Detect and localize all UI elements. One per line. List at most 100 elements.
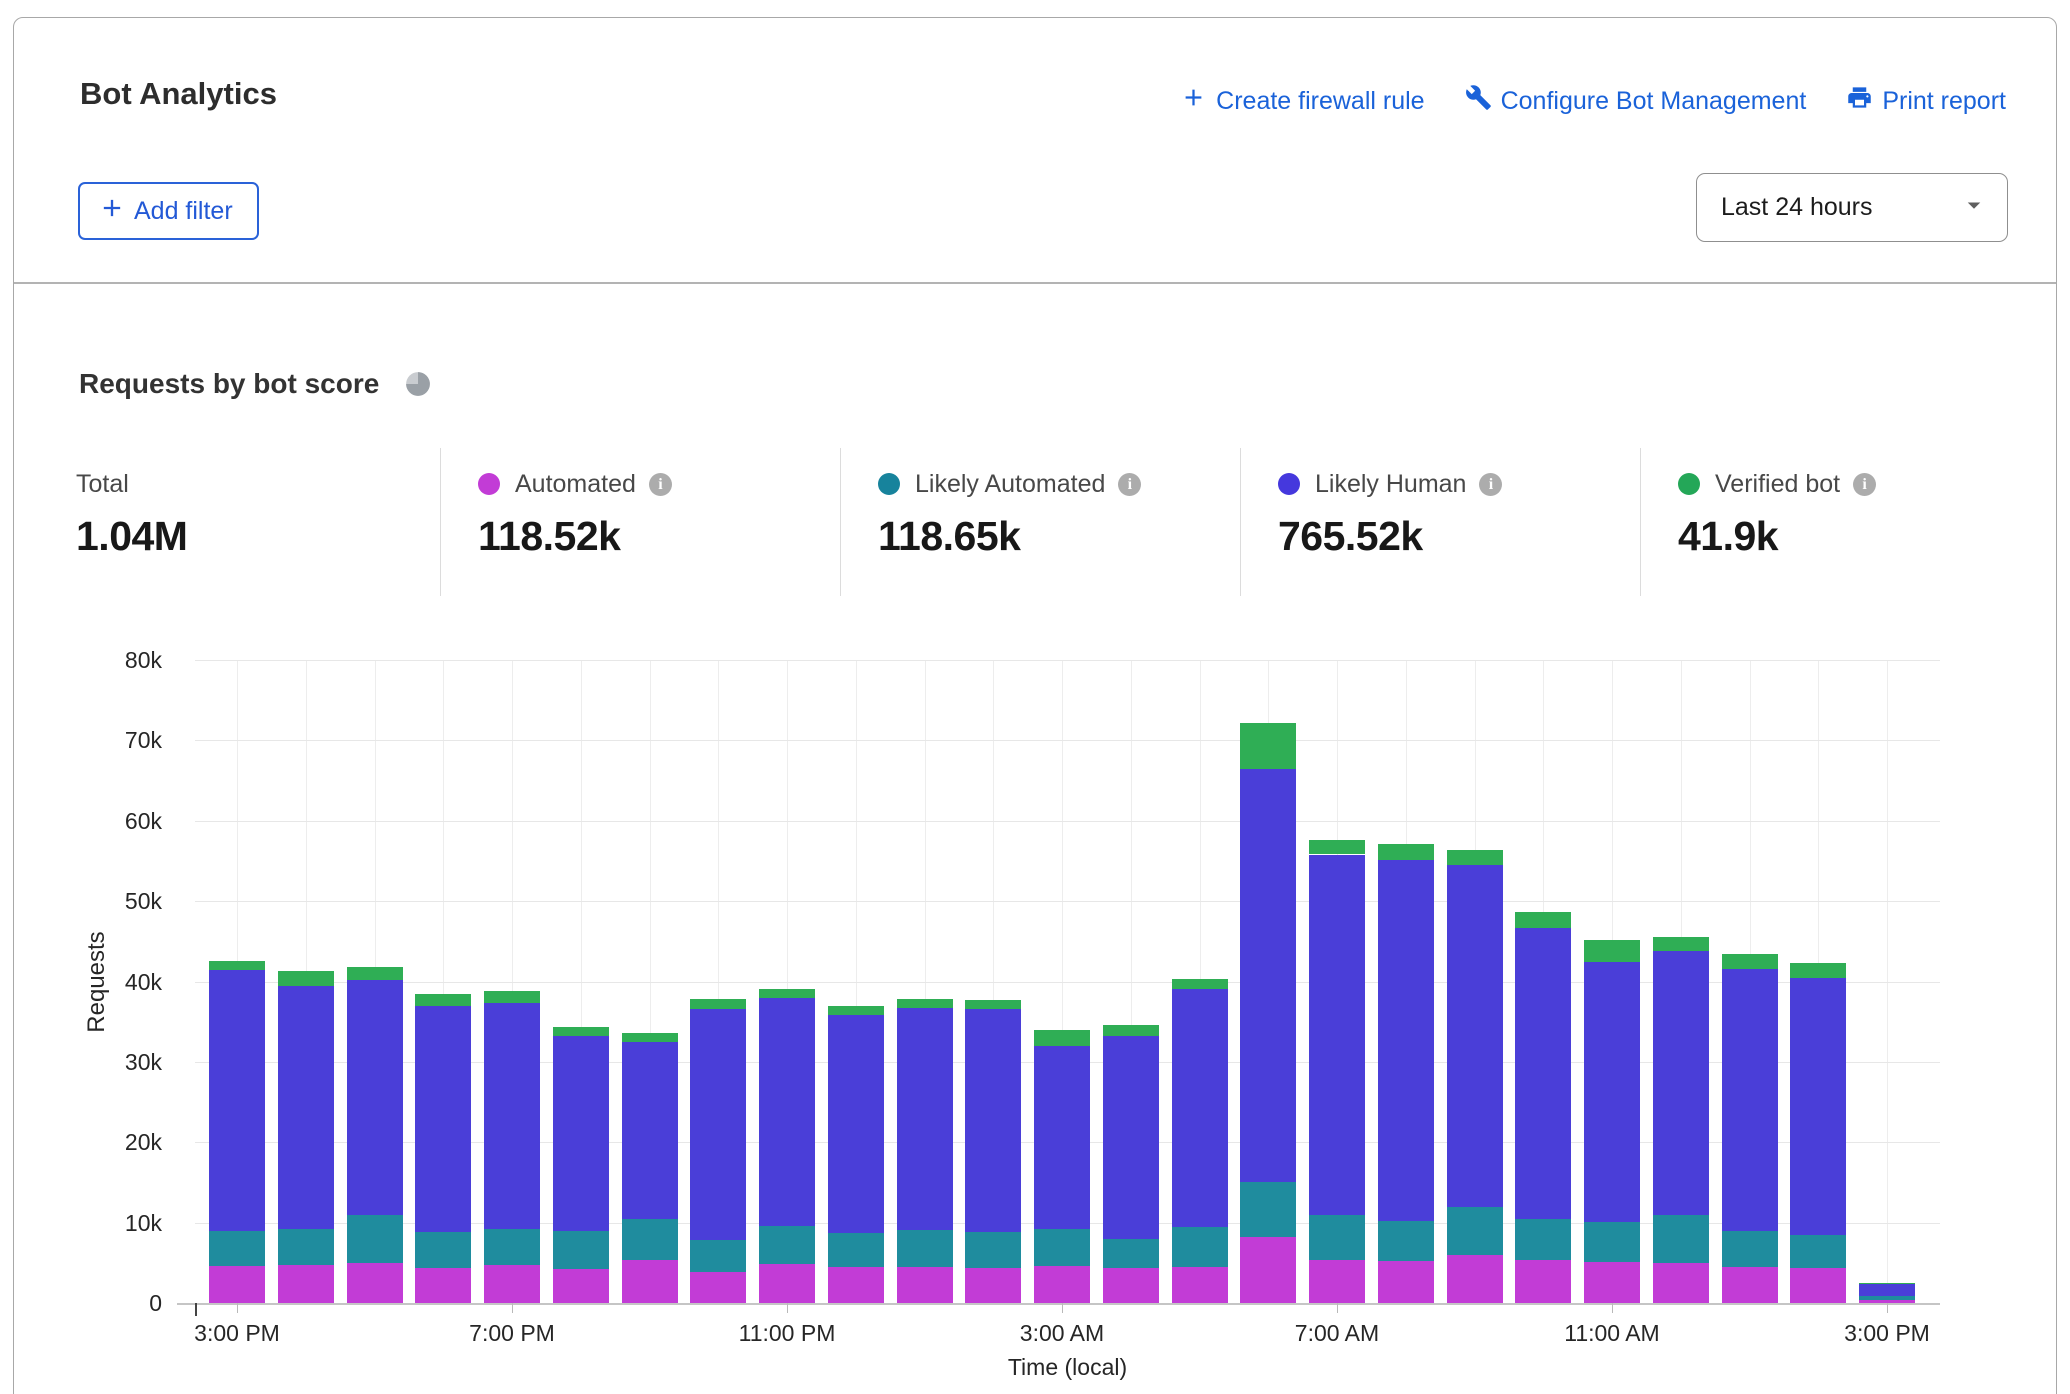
bar-segment-likely-automated[interactable] (1447, 1207, 1503, 1255)
bar-segment-automated[interactable] (415, 1268, 471, 1303)
bar-segment-verified-bot[interactable] (1722, 954, 1778, 968)
bar-segment-likely-automated[interactable] (897, 1230, 953, 1267)
bar-segment-verified-bot[interactable] (1515, 912, 1571, 928)
bar-segment-likely-automated[interactable] (1103, 1239, 1159, 1268)
bar-segment-likely-automated[interactable] (1653, 1215, 1709, 1262)
bar-segment-verified-bot[interactable] (347, 967, 403, 980)
bar-segment-automated[interactable] (484, 1265, 540, 1303)
bar-segment-likely-human[interactable] (553, 1036, 609, 1231)
bar-segment-verified-bot[interactable] (1309, 840, 1365, 854)
bar-segment-automated[interactable] (759, 1264, 815, 1303)
bar-segment-likely-automated[interactable] (1722, 1231, 1778, 1266)
bar-segment-verified-bot[interactable] (828, 1006, 884, 1016)
bar-segment-likely-automated[interactable] (278, 1229, 334, 1265)
bar-segment-verified-bot[interactable] (553, 1027, 609, 1037)
bar-segment-verified-bot[interactable] (1653, 937, 1709, 951)
bar-segment-likely-human[interactable] (759, 998, 815, 1225)
bar-segment-likely-human[interactable] (415, 1006, 471, 1232)
bar-segment-verified-bot[interactable] (965, 1000, 1021, 1009)
bar-segment-likely-human[interactable] (828, 1015, 884, 1233)
bar-segment-automated[interactable] (1034, 1266, 1090, 1303)
bar-segment-likely-human[interactable] (1859, 1283, 1915, 1296)
bar-segment-likely-automated[interactable] (1172, 1227, 1228, 1266)
bar-segment-likely-human[interactable] (1722, 969, 1778, 1232)
bar-segment-likely-automated[interactable] (828, 1233, 884, 1267)
y-axis-tick-label: 60k (22, 808, 162, 835)
bar-segment-automated[interactable] (1378, 1261, 1434, 1303)
bar-segment-likely-human[interactable] (1584, 962, 1640, 1222)
bar-segment-automated[interactable] (1722, 1267, 1778, 1303)
bar-segment-verified-bot[interactable] (1378, 844, 1434, 860)
bar-segment-likely-automated[interactable] (1034, 1229, 1090, 1266)
bar-segment-verified-bot[interactable] (1240, 723, 1296, 770)
bar-segment-verified-bot[interactable] (897, 999, 953, 1008)
bar-segment-likely-automated[interactable] (1790, 1235, 1846, 1268)
bar-segment-automated[interactable] (209, 1266, 265, 1303)
bar-segment-verified-bot[interactable] (1584, 940, 1640, 963)
bar-segment-verified-bot[interactable] (1034, 1030, 1090, 1046)
bar-segment-likely-automated[interactable] (1240, 1182, 1296, 1237)
bar-segment-automated[interactable] (965, 1268, 1021, 1303)
bar-segment-verified-bot[interactable] (690, 999, 746, 1009)
bar-segment-automated[interactable] (1515, 1260, 1571, 1303)
bar-segment-automated[interactable] (1172, 1267, 1228, 1303)
bar-segment-verified-bot[interactable] (1447, 850, 1503, 865)
bar-segment-likely-human[interactable] (1103, 1036, 1159, 1239)
bar-segment-automated[interactable] (347, 1263, 403, 1303)
bar-segment-likely-human[interactable] (1172, 989, 1228, 1228)
bar-segment-likely-human[interactable] (622, 1042, 678, 1220)
bar-segment-likely-human[interactable] (1034, 1046, 1090, 1229)
bar-segment-automated[interactable] (1584, 1262, 1640, 1303)
bar-segment-automated[interactable] (1653, 1263, 1709, 1303)
bar-segment-verified-bot[interactable] (415, 994, 471, 1006)
bar-segment-verified-bot[interactable] (1790, 963, 1846, 978)
bar-segment-likely-human[interactable] (484, 1003, 540, 1229)
bar-segment-verified-bot[interactable] (484, 991, 540, 1003)
bar-segment-automated[interactable] (1240, 1237, 1296, 1303)
bar-segment-likely-automated[interactable] (415, 1232, 471, 1267)
bar-segment-likely-human[interactable] (1309, 855, 1365, 1215)
bar-segment-verified-bot[interactable] (278, 971, 334, 986)
bar-segment-automated[interactable] (828, 1267, 884, 1303)
bar-segment-likely-automated[interactable] (1378, 1221, 1434, 1261)
bar-segment-likely-automated[interactable] (690, 1240, 746, 1272)
bar-segment-likely-human[interactable] (347, 980, 403, 1215)
bar-segment-automated[interactable] (690, 1272, 746, 1303)
bar-segment-likely-human[interactable] (1378, 860, 1434, 1221)
bar-segment-automated[interactable] (1790, 1268, 1846, 1303)
bar-segment-likely-automated[interactable] (1859, 1296, 1915, 1300)
bar-segment-likely-automated[interactable] (1584, 1222, 1640, 1262)
bar-segment-likely-automated[interactable] (553, 1231, 609, 1270)
bar-segment-likely-automated[interactable] (484, 1229, 540, 1265)
bar-segment-automated[interactable] (1447, 1255, 1503, 1303)
bar-segment-automated[interactable] (622, 1260, 678, 1303)
bar-segment-likely-human[interactable] (1515, 928, 1571, 1218)
x-axis-tick-mark (1887, 1303, 1888, 1313)
bar-segment-likely-automated[interactable] (347, 1215, 403, 1262)
bar-segment-likely-human[interactable] (690, 1009, 746, 1240)
bar-segment-verified-bot[interactable] (1172, 979, 1228, 989)
bar-segment-likely-human[interactable] (965, 1009, 1021, 1232)
bar-segment-verified-bot[interactable] (622, 1033, 678, 1042)
bar-segment-likely-automated[interactable] (622, 1219, 678, 1259)
bar-segment-verified-bot[interactable] (209, 961, 265, 971)
bar-segment-likely-automated[interactable] (209, 1231, 265, 1266)
bar-segment-likely-human[interactable] (278, 986, 334, 1229)
bar-segment-verified-bot[interactable] (1103, 1025, 1159, 1036)
bar-segment-likely-automated[interactable] (965, 1232, 1021, 1267)
bar-segment-likely-human[interactable] (1653, 951, 1709, 1215)
bar-segment-likely-human[interactable] (897, 1008, 953, 1230)
bar-segment-automated[interactable] (278, 1265, 334, 1303)
bar-segment-automated[interactable] (553, 1269, 609, 1303)
bar-segment-likely-automated[interactable] (759, 1226, 815, 1265)
bar-segment-verified-bot[interactable] (759, 989, 815, 999)
bar-segment-automated[interactable] (1309, 1260, 1365, 1303)
bar-segment-automated[interactable] (897, 1267, 953, 1303)
bar-segment-likely-human[interactable] (1447, 865, 1503, 1207)
bar-segment-automated[interactable] (1103, 1268, 1159, 1303)
bar-segment-likely-human[interactable] (1790, 978, 1846, 1234)
bar-segment-likely-human[interactable] (1240, 769, 1296, 1182)
bar-segment-likely-automated[interactable] (1515, 1219, 1571, 1261)
bar-segment-likely-human[interactable] (209, 970, 265, 1231)
bar-segment-likely-automated[interactable] (1309, 1215, 1365, 1260)
